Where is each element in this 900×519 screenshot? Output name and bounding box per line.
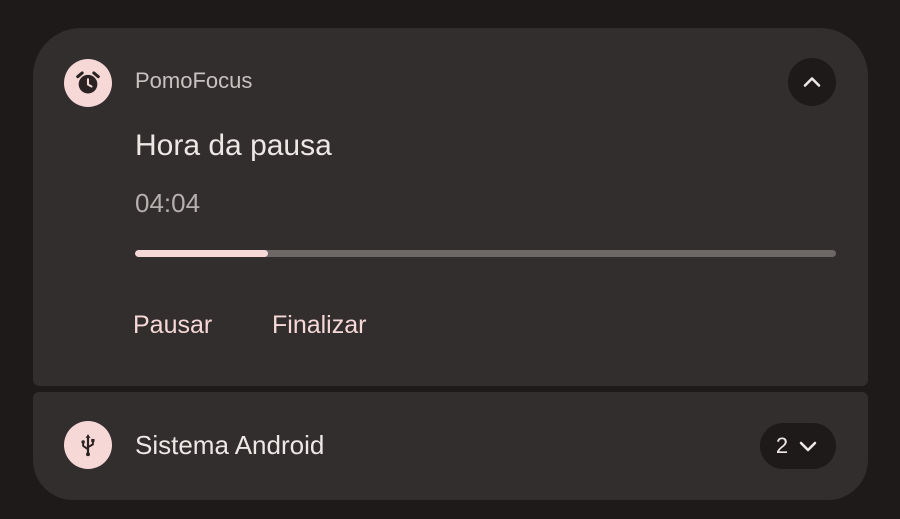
notification-count: 2	[775, 433, 789, 458]
progress-bar	[135, 250, 836, 257]
app-name: PomoFocus	[135, 68, 253, 93]
progress-fill	[135, 250, 269, 257]
chevron-down-icon	[799, 441, 817, 452]
chevron-up-icon	[803, 77, 821, 87]
finish-button[interactable]: Finalizar	[272, 311, 366, 340]
collapse-button[interactable]	[788, 58, 836, 106]
pause-button[interactable]: Pausar	[133, 311, 212, 340]
usb-icon	[64, 421, 112, 469]
notification-title: Hora da pausa	[135, 129, 332, 162]
timer-value: 04:04	[135, 188, 201, 218]
expand-button[interactable]: 2	[760, 423, 836, 469]
alarm-clock-icon	[64, 59, 112, 107]
pomofocus-notification[interactable]: PomoFocus Hora da pausa 04:04 Pausar Fin…	[33, 28, 868, 386]
android-system-notification-group[interactable]: Sistema Android 2	[33, 392, 868, 500]
group-title: Sistema Android	[135, 430, 325, 460]
